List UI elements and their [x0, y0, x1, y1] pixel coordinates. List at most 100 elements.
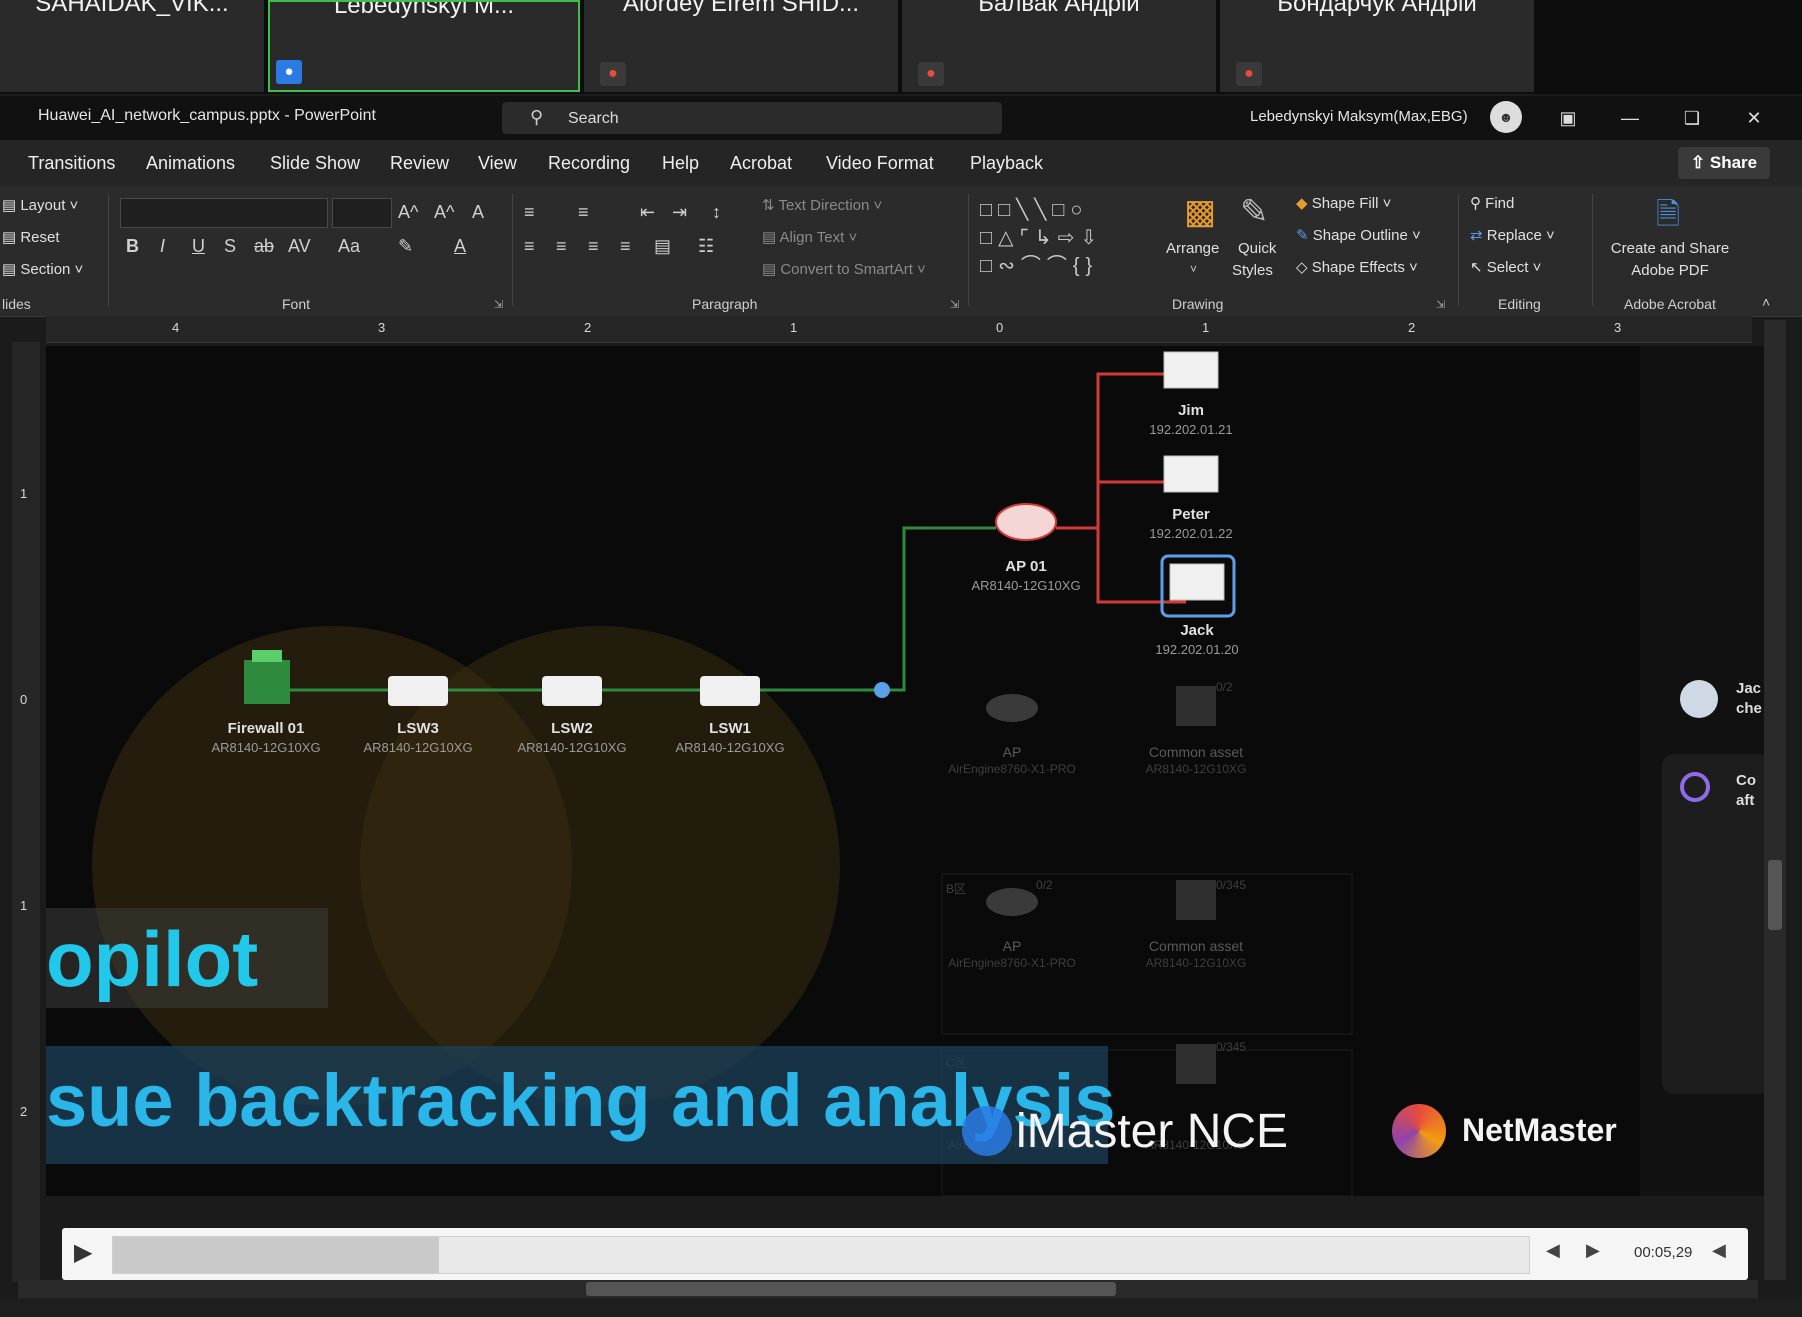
tab-view[interactable]: View [478, 153, 517, 174]
participant-tile[interactable]: Балвак Андрій ● [902, 0, 1216, 92]
dialog-launcher-icon[interactable]: ⇲ [1436, 298, 1445, 311]
minimize-icon[interactable]: — [1610, 102, 1650, 134]
italic-button[interactable]: I [160, 236, 165, 257]
line-spacing-icon[interactable]: ↕ [712, 202, 721, 223]
participant-tile-active[interactable]: Lebedynskyi M... ● [268, 0, 580, 92]
font-shrink-icon[interactable]: A^ [434, 202, 454, 223]
arrange-label[interactable]: Arrange [1166, 240, 1219, 257]
find-button[interactable]: ⚲ Find [1470, 194, 1514, 212]
align-center-icon[interactable]: ≡ [556, 236, 567, 257]
section-button[interactable]: ▤ Section ˅ [2, 260, 83, 278]
clear-format-icon[interactable]: A [472, 202, 484, 223]
tab-playback[interactable]: Playback [970, 153, 1043, 174]
drawing-group-label: Drawing [1172, 296, 1224, 312]
smartart-button[interactable]: ▤ Convert to SmartArt ˅ [762, 260, 926, 278]
restore-icon[interactable]: ❏ [1672, 102, 1712, 134]
search-box[interactable]: ⚲ Search [502, 102, 1002, 134]
avatar[interactable]: ☻ [1490, 101, 1522, 133]
section-label: Section [20, 261, 71, 278]
slide-canvas[interactable]: Firewall 01 AR8140-12G10XG LSW3 AR8140-1… [46, 346, 1640, 1196]
underline-button[interactable]: U [192, 236, 205, 257]
avatar[interactable] [1680, 680, 1718, 718]
close-icon[interactable]: ✕ [1734, 102, 1774, 134]
bold-button[interactable]: B [126, 236, 139, 257]
share-button[interactable]: ⇧ Share [1678, 147, 1770, 179]
font-grow-icon[interactable]: A^ [398, 202, 418, 223]
bullets-icon[interactable]: ≡ [524, 202, 535, 223]
participant-tile[interactable]: Бондарчук Андрій ● [1220, 0, 1534, 92]
select-button[interactable]: ↖ Select ˅ [1470, 258, 1541, 276]
vertical-scrollbar[interactable] [1764, 320, 1786, 1280]
create-pdf-label[interactable]: Create and Share [1608, 240, 1732, 257]
scroll-thumb[interactable] [586, 1282, 1116, 1296]
font-color-icon[interactable]: A [454, 236, 466, 257]
shape-fill-button[interactable]: ◆ Shape Fill ˅ [1296, 194, 1391, 212]
decrease-indent-icon[interactable]: ⇤ [640, 202, 655, 223]
increase-indent-icon[interactable]: ⇥ [672, 202, 687, 223]
step-back-icon[interactable]: ◀ [1546, 1240, 1560, 1261]
align-right-icon[interactable]: ≡ [588, 236, 599, 257]
columns-icon[interactable]: ☷ [698, 236, 714, 257]
shape-effects-button[interactable]: ◇ Shape Effects ˅ [1296, 258, 1418, 276]
layout-button[interactable]: ▤ Layout ˅ [2, 196, 78, 214]
tab-acrobat[interactable]: Acrobat [730, 153, 792, 174]
play-icon[interactable]: ▶ [74, 1238, 104, 1268]
monitor-icon [1169, 563, 1225, 601]
font-name-select[interactable] [120, 198, 328, 228]
ribbon-display-icon[interactable]: ▣ [1548, 102, 1588, 134]
shape-outline-button[interactable]: ✎ Shape Outline ˅ [1296, 226, 1421, 244]
collapse-ribbon-icon[interactable]: ˄ [1762, 294, 1770, 310]
reset-button[interactable]: ▤ Reset [2, 228, 60, 246]
tab-slide-show[interactable]: Slide Show [270, 153, 360, 174]
participant-tile[interactable]: SAHAIDAK_VIK... [0, 0, 264, 92]
tab-review[interactable]: Review [390, 153, 449, 174]
strikethrough-button[interactable]: ab [254, 236, 274, 257]
mic-off-icon: ● [600, 62, 626, 86]
scroll-thumb[interactable] [1768, 860, 1782, 930]
tab-animations[interactable]: Animations [146, 153, 235, 174]
participant-tile[interactable]: Alordey Efrem SHID... ● [584, 0, 898, 92]
dialog-launcher-icon[interactable]: ⇲ [950, 298, 959, 311]
pdf-icon[interactable]: 🗎 [1656, 192, 1680, 243]
participants-strip: SAHAIDAK_VIK... Lebedynskyi M... ● Alord… [0, 0, 1802, 94]
participant-name: Lebedynskyi M... [333, 0, 515, 19]
tab-help[interactable]: Help [662, 153, 699, 174]
distributed-icon[interactable]: ▤ [654, 236, 671, 257]
replace-button[interactable]: ⇄ Replace ˅ [1470, 226, 1555, 244]
horizontal-scrollbar[interactable] [18, 1280, 1758, 1298]
volume-icon[interactable]: ◀ [1712, 1240, 1726, 1261]
faded-label: Common asset [1148, 938, 1244, 954]
justify-icon[interactable]: ≡ [620, 236, 631, 257]
ruler-number: 0 [996, 320, 1004, 335]
chat-card[interactable] [1662, 754, 1772, 1094]
align-text-button[interactable]: ▤ Align Text ˅ [762, 228, 857, 246]
shapes-gallery[interactable]: □□╲╲□○ □△⌜↳⇨⇩ □∾⌒⌒{} [980, 196, 1148, 284]
quick-styles-label-2[interactable]: Styles [1232, 262, 1273, 279]
highlight-icon[interactable]: ✎ [398, 236, 413, 257]
align-left-icon[interactable]: ≡ [524, 236, 535, 257]
tab-transitions[interactable]: Transitions [28, 153, 115, 174]
dialog-launcher-icon[interactable]: ⇲ [494, 298, 503, 311]
arrange-icon[interactable]: ▩ [1184, 192, 1216, 232]
create-pdf-label-2[interactable]: Adobe PDF [1608, 262, 1732, 279]
step-forward-icon[interactable]: ▶ [1586, 1240, 1600, 1261]
copilot-icon [1680, 772, 1710, 802]
numbering-icon[interactable]: ≡ [578, 202, 589, 223]
participant-name: Балвак Андрій [978, 0, 1140, 17]
quick-styles-icon[interactable]: ✎ [1240, 192, 1269, 232]
change-case-button[interactable]: Aa [338, 236, 360, 257]
quick-styles-label[interactable]: Quick [1238, 240, 1276, 257]
progress-bar[interactable] [112, 1236, 1530, 1274]
client-label: Peter [1172, 506, 1210, 523]
text-direction-button[interactable]: ⇅ Text Direction ˅ [762, 196, 882, 214]
faded-ap-icon [986, 888, 1038, 916]
tab-recording[interactable]: Recording [548, 153, 630, 174]
node-model: AR8140-12G10XG [211, 740, 321, 755]
shadow-button[interactable]: S [224, 236, 236, 257]
side-chat-panel: Jac che Co aft [1640, 346, 1772, 1196]
smartart-label: Convert to SmartArt [780, 261, 913, 278]
font-size-select[interactable] [332, 198, 392, 228]
ruler-number: 3 [1614, 320, 1622, 335]
char-spacing-button[interactable]: AV [288, 236, 311, 257]
tab-video-format[interactable]: Video Format [826, 153, 934, 174]
